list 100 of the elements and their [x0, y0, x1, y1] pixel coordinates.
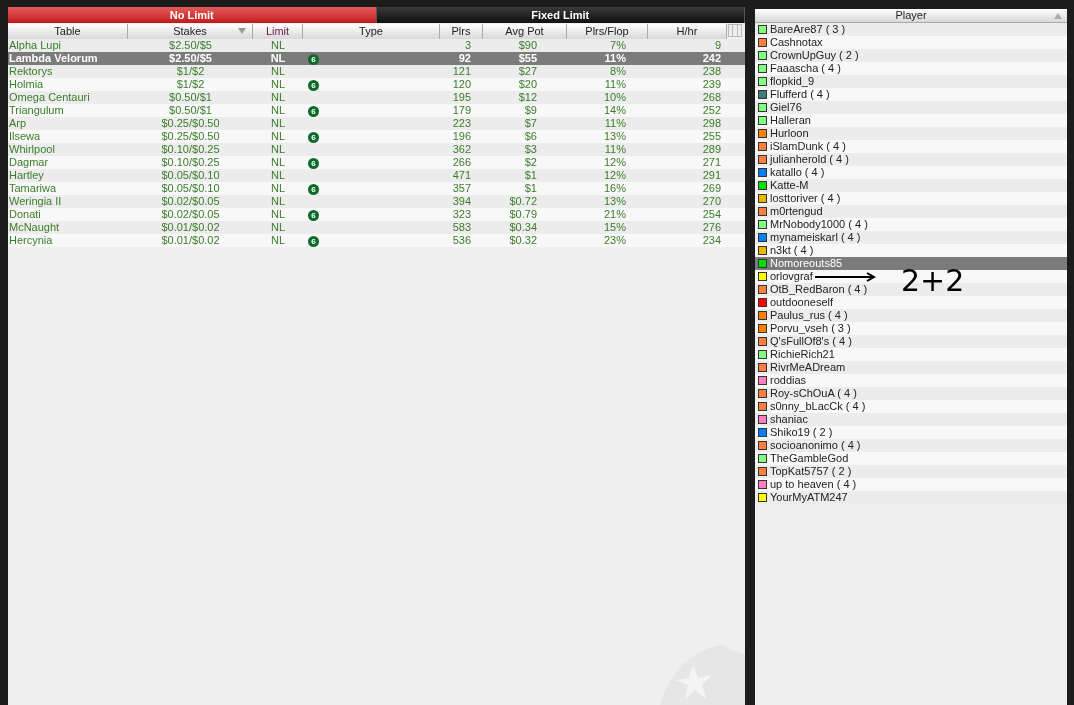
table-row[interactable]: Holmia $1/$2 NL 6 120 $20 11% 239: [8, 78, 745, 91]
table-cell: NL: [270, 182, 286, 194]
table-cell: 266: [452, 156, 471, 168]
column-header[interactable]: Type: [303, 24, 440, 39]
table-cell: 242: [702, 52, 721, 64]
player-row[interactable]: up to heaven ( 4 ): [755, 478, 1067, 491]
column-header[interactable]: H/hr: [648, 24, 727, 39]
table-cell: $12: [518, 91, 537, 103]
table-cell: 121: [452, 65, 471, 77]
column-header[interactable]: Stakes: [128, 24, 253, 39]
player-name: mynameiskarl ( 4 ): [770, 231, 861, 244]
table-row[interactable]: Hercynia $0.01/$0.02 NL 6 536 $0.32 23% 234: [8, 234, 745, 247]
column-header[interactable]: Avg Pot: [483, 24, 567, 39]
player-row[interactable]: Nomoreouts85: [755, 257, 1067, 270]
table-row[interactable]: Triangulum $0.50/$1 NL 6 179 $9 14% 252: [8, 104, 745, 117]
player-row[interactable]: Flufferd ( 4 ): [755, 88, 1067, 101]
player-name: Paulus_rus ( 4 ): [770, 309, 848, 322]
player-name: socioanonimo ( 4 ): [770, 439, 861, 452]
table-cell: $0.50/$1: [169, 104, 212, 116]
player-row[interactable]: losttoriver ( 4 ): [755, 192, 1067, 205]
table-cell: NL: [270, 156, 286, 168]
table-cell: 13%: [603, 195, 626, 207]
table-cell: 7%: [610, 39, 626, 51]
table-row[interactable]: Lambda Velorum $2.50/$5 NL 6 92 $55 11% 242: [8, 52, 745, 65]
table-cell: 471: [452, 169, 471, 181]
player-name: TopKat5757 ( 2 ): [770, 465, 852, 478]
table-cell: $0.02/$0.05: [161, 195, 220, 207]
player-name: up to heaven ( 4 ): [770, 478, 857, 491]
six-max-badge: 6: [308, 80, 319, 91]
player-row[interactable]: roddias: [755, 374, 1067, 387]
player-name: Roy-sChOuA ( 4 ): [770, 387, 857, 400]
table-cell: 289: [702, 143, 721, 155]
table-cell: $0.10/$0.25: [161, 156, 220, 168]
six-max-badge: 6: [308, 210, 319, 221]
player-name: Faaascha ( 4 ): [770, 62, 841, 75]
player-row[interactable]: Cashnotax: [755, 36, 1067, 49]
column-header[interactable]: Table: [8, 24, 128, 39]
table-row[interactable]: Donati $0.02/$0.05 NL 6 323 $0.79 21% 254: [8, 208, 745, 221]
player-name: roddias: [770, 374, 807, 387]
table-cell: 23%: [603, 234, 626, 246]
table-cell: 16%: [603, 182, 626, 194]
player-row[interactable]: Porvu_vseh ( 3 ): [755, 322, 1067, 335]
player-row[interactable]: TheGambleGod: [755, 452, 1067, 465]
player-name: s0nny_bLacCk ( 4 ): [770, 400, 866, 413]
table-cell: $55: [518, 52, 537, 64]
table-row[interactable]: Ilsewa $0.25/$0.50 NL 6 196 $6 13% 255: [8, 130, 745, 143]
column-chooser-icon[interactable]: [728, 24, 742, 37]
table-cell: 362: [452, 143, 471, 155]
arrow-icon: [814, 271, 877, 282]
table-cell: 120: [452, 78, 471, 90]
player-row[interactable]: Shiko19 ( 2 ): [755, 426, 1067, 439]
table-cell: 269: [702, 182, 721, 194]
table-cell: Triangulum: [9, 104, 64, 116]
column-header[interactable]: Plrs: [440, 24, 483, 39]
column-header[interactable]: Plrs/Flop: [567, 24, 648, 39]
table-cell: 252: [702, 104, 721, 116]
limit-tab[interactable]: Fixed Limit: [376, 7, 745, 23]
player-row[interactable]: s0nny_bLacCk ( 4 ): [755, 400, 1067, 413]
six-max-badge: 6: [308, 132, 319, 143]
table-cell: 11%: [604, 52, 626, 64]
player-row[interactable]: Faaascha ( 4 ): [755, 62, 1067, 75]
six-max-badge: 6: [308, 158, 319, 169]
table-cell: Arp: [9, 117, 27, 129]
player-name: n3kt ( 4 ): [770, 244, 814, 257]
player-row[interactable]: iSlamDunk ( 4 ): [755, 140, 1067, 153]
table-cell: 3: [464, 39, 471, 51]
table-cell: $0.50/$1: [169, 91, 212, 103]
table-cell: 92: [458, 52, 471, 64]
table-cell: $0.05/$0.10: [161, 169, 220, 181]
player-row[interactable]: katallo ( 4 ): [755, 166, 1067, 179]
table-cell: $0.10/$0.25: [161, 143, 220, 155]
table-cell: $0.79: [509, 208, 537, 220]
table-cell: 11%: [604, 117, 626, 129]
table-cell: Hartley: [9, 169, 44, 181]
column-header[interactable]: Limit: [253, 24, 303, 39]
table-cell: 298: [702, 117, 721, 129]
player-row[interactable]: n3kt ( 4 ): [755, 244, 1067, 257]
table-cell: 10%: [603, 91, 626, 103]
table-row[interactable]: Tamariwa $0.05/$0.10 NL 6 357 $1 16% 269: [8, 182, 745, 195]
table-cell: $3: [524, 143, 537, 155]
player-row[interactable]: MrNobody1000 ( 4 ): [755, 218, 1067, 231]
table-cell: 536: [452, 234, 471, 246]
table-cell: $0.02/$0.05: [161, 208, 220, 220]
table-cell: 14%: [603, 104, 626, 116]
table-cell: NL: [270, 143, 286, 155]
table-cell: 179: [452, 104, 471, 116]
player-row[interactable]: Halleran: [755, 114, 1067, 127]
column-header[interactable]: Player: [755, 9, 1067, 23]
table-cell: Omega Centauri: [9, 91, 90, 103]
table-cell: NL: [270, 65, 286, 77]
table-row[interactable]: Dagmar $0.10/$0.25 NL 6 266 $2 12% 271: [8, 156, 745, 169]
limit-tab[interactable]: No Limit: [8, 7, 377, 23]
player-row[interactable]: outdooneself: [755, 296, 1067, 309]
table-cell: 8%: [610, 65, 626, 77]
table-cell: 21%: [603, 208, 626, 220]
table-cell: 357: [452, 182, 471, 194]
table-cell: Whirlpool: [9, 143, 55, 155]
player-row[interactable]: RichieRich21: [755, 348, 1067, 361]
table-cell: NL: [270, 117, 286, 129]
player-name: flopkid_9: [770, 75, 815, 88]
